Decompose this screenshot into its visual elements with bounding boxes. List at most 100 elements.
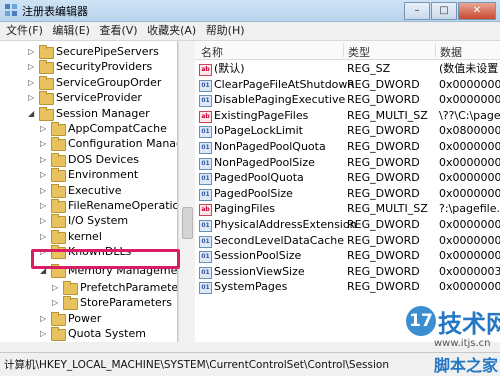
value-type: REG_DWORD <box>347 77 420 91</box>
watermark-line2: www.itjs.cn <box>434 338 491 349</box>
value-type: REG_DWORD <box>347 264 420 278</box>
table-row[interactable]: 01 NonPagedPoolQuota REG_DWORD 0x0000000 <box>195 139 500 155</box>
title-bar: 注册表编辑器 – □ ✕ <box>0 0 500 22</box>
menu-help[interactable]: 帮助(H) <box>206 22 245 40</box>
value-name: ExistingPageFiles <box>214 108 309 122</box>
value-type: REG_DWORD <box>347 218 420 231</box>
regedit-app-icon <box>5 4 17 16</box>
value-data: 0x0000000 <box>439 186 500 200</box>
value-data: 0x0800000 <box>439 124 500 138</box>
binary-value-icon: 01 <box>199 95 212 108</box>
watermark-logo: 17 技术网 www.itjs.cn 脚本之家 <box>406 300 500 375</box>
value-name: SessionViewSize <box>214 264 305 278</box>
value-data: 0x0000000 <box>439 171 500 185</box>
watermark-badge: 17 <box>406 306 436 336</box>
table-row[interactable]: ab (默认) REG_SZ (数值未设置 <box>195 61 500 77</box>
table-row[interactable]: 01 ClearPageFileAtShutdown REG_DWORD 0x0000… <box>195 77 500 93</box>
table-row[interactable]: 01 SessionViewSize REG_DWORD 0x0000003 <box>195 264 500 280</box>
menu-file[interactable]: 文件(F) <box>6 22 43 40</box>
value-name: PagedPoolQuota <box>214 171 304 185</box>
table-row[interactable]: 01 PagedPoolSize REG_DWORD 0x0000000 <box>195 186 500 202</box>
watermark-line3: 脚本之家 <box>434 356 499 375</box>
value-name: PagedPoolSize <box>214 186 293 200</box>
value-type: REG_DWORD <box>347 171 420 185</box>
table-row[interactable]: 01 DisablePagingExecutive REG_DWORD 0x00000… <box>195 92 500 108</box>
table-row[interactable]: 01 SystemPages REG_DWORD 0x0000000 <box>195 279 500 295</box>
menu-bar: 文件(F) 编辑(E) 查看(V) 收藏夹(A) 帮助(H) <box>0 22 500 41</box>
value-data: 0x0000000 <box>439 93 500 107</box>
menu-favorites[interactable]: 收藏夹(A) <box>147 22 196 40</box>
binary-value-icon: 01 <box>199 220 212 232</box>
value-name: PagingFiles <box>214 202 276 216</box>
string-value-icon: ab <box>199 64 212 76</box>
close-button[interactable]: ✕ <box>458 2 496 20</box>
string-value-icon: ab <box>199 204 212 217</box>
value-name: SystemPages <box>214 280 288 294</box>
value-type: REG_DWORD <box>347 124 420 138</box>
value-type: REG_DWORD <box>347 140 420 153</box>
string-value-icon: ab <box>199 110 212 123</box>
value-data: 0x0000000 <box>439 218 500 231</box>
value-name: (默认) <box>214 62 245 75</box>
minimize-button[interactable]: – <box>404 2 430 20</box>
binary-value-icon: 01 <box>199 173 212 186</box>
value-type: REG_MULTI_SZ <box>347 108 428 122</box>
window-title: 注册表编辑器 <box>22 5 88 18</box>
registry-key-tree: ▷ SecurePipeServers ▷ SecurityProviders ▷ Ser… <box>0 41 178 342</box>
key-path: 计算机\HKEY_LOCAL_MACHINE\SYSTEM\CurrentCon… <box>4 359 389 371</box>
column-header-name[interactable]: 名称 <box>201 44 223 60</box>
table-row[interactable]: ab ExistingPageFiles REG_MULTI_SZ \??\C:\pa… <box>195 108 500 124</box>
value-type: REG_DWORD <box>347 155 420 169</box>
binary-value-icon: 01 <box>199 188 212 201</box>
value-name: IoPageLockLimit <box>214 124 303 138</box>
column-header-type[interactable]: 类型 <box>348 44 370 60</box>
table-row[interactable]: 01 SecondLevelDataCache REG_DWORD 0x0000000 <box>195 233 500 249</box>
binary-value-icon: 01 <box>199 126 212 139</box>
value-data: 0x0000003 <box>439 264 500 278</box>
value-data: 0x0000000 <box>439 140 500 153</box>
maximize-button[interactable]: □ <box>431 2 457 20</box>
value-type: REG_MULTI_SZ <box>347 202 428 216</box>
value-name: DisablePagingExecutive <box>214 93 346 107</box>
window-controls: – □ ✕ <box>403 2 496 20</box>
value-data: ?:\pagefile. <box>439 202 500 216</box>
value-type: REG_DWORD <box>347 186 420 200</box>
value-name: SessionPoolSize <box>214 249 302 263</box>
value-name: SecondLevelDataCache <box>214 233 344 247</box>
list-header: 名称 类型 数据 <box>195 41 500 60</box>
value-data: 0x0000000 <box>439 155 500 169</box>
tree-scrollbar[interactable] <box>178 41 195 342</box>
table-row[interactable]: 01 IoPageLockLimit REG_DWORD 0x0800000 <box>195 123 500 139</box>
value-data: \??\C:\page <box>439 108 500 122</box>
value-type: REG_DWORD <box>347 280 420 294</box>
tree-scrollbar-thumb[interactable] <box>182 207 193 239</box>
table-row[interactable]: 01 PhysicalAddressExtension REG_DWORD 0x000… <box>195 217 500 233</box>
value-data: 0x0000000 <box>439 233 500 247</box>
value-type: REG_DWORD <box>347 249 420 263</box>
binary-value-icon: 01 <box>199 142 212 154</box>
value-type: REG_DWORD <box>347 233 420 247</box>
binary-value-icon: 01 <box>199 157 212 170</box>
menu-view[interactable]: 查看(V) <box>99 22 137 40</box>
value-name: NonPagedPoolQuota <box>214 140 326 153</box>
column-header-data[interactable]: 数据 <box>440 44 462 60</box>
binary-value-icon: 01 <box>199 282 212 295</box>
value-data: 0x0000000 <box>439 249 500 263</box>
table-row[interactable]: ab PagingFiles REG_MULTI_SZ ?:\pagefile. <box>195 201 500 217</box>
menu-edit[interactable]: 编辑(E) <box>52 22 90 40</box>
selection-highlight-box <box>31 249 180 269</box>
value-data: (数值未设置 <box>439 62 499 75</box>
binary-value-icon: 01 <box>199 79 212 92</box>
table-row[interactable]: 01 PagedPoolQuota REG_DWORD 0x0000000 <box>195 170 500 186</box>
binary-value-icon: 01 <box>199 235 212 248</box>
table-row[interactable]: 01 SessionPoolSize REG_DWORD 0x0000000 <box>195 248 500 264</box>
value-data: 0x0000000 <box>439 77 500 91</box>
value-type: REG_DWORD <box>347 93 420 107</box>
watermark-line1: 技术网 <box>438 310 500 338</box>
binary-value-icon: 01 <box>199 266 212 279</box>
value-data: 0x0000000 <box>439 280 500 294</box>
binary-value-icon: 01 <box>199 251 212 264</box>
registry-values-list: 名称 类型 数据 ab (默认) REG_SZ (数值未设置 01 ClearPageFi… <box>195 41 500 342</box>
table-row[interactable]: 01 NonPagedPoolSize REG_DWORD 0x0000000 <box>195 155 500 171</box>
value-type: REG_SZ <box>347 62 391 75</box>
